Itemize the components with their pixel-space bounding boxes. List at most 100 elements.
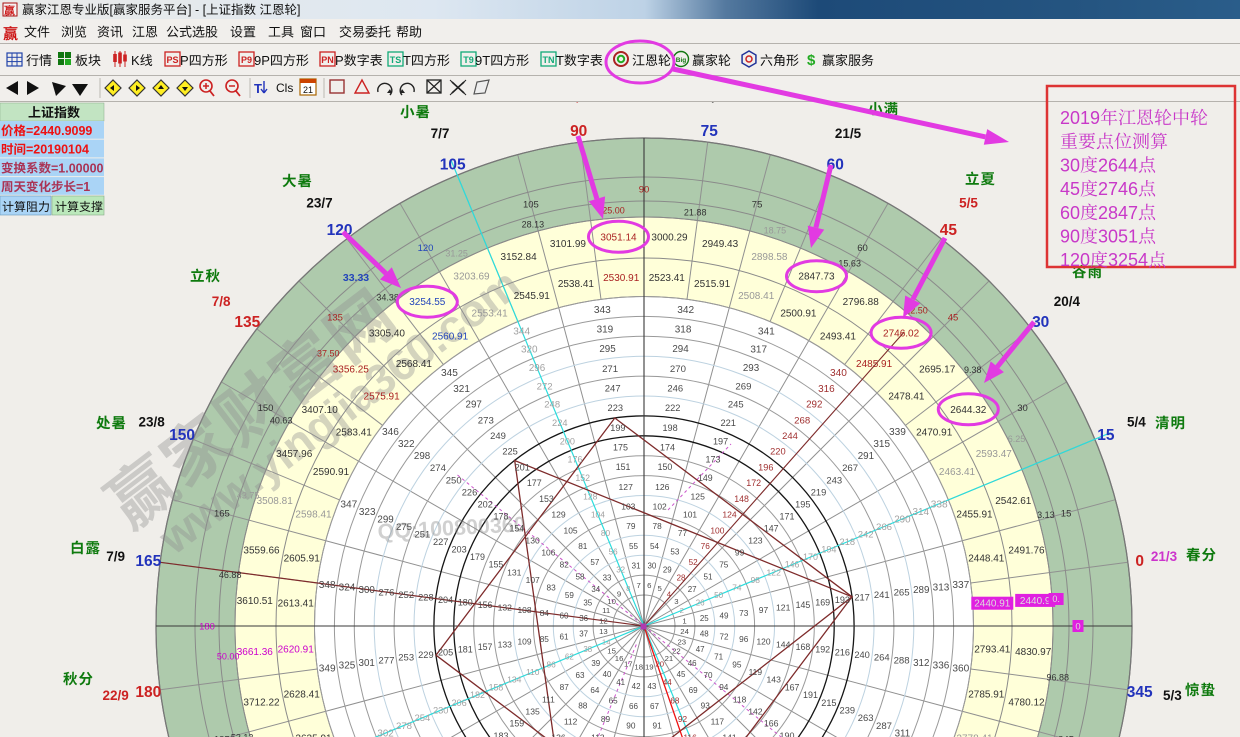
svg-text:146: 146 [785, 560, 800, 570]
svg-text:9: 9 [617, 589, 621, 598]
svg-text:341: 341 [758, 326, 775, 337]
svg-text:158: 158 [489, 682, 504, 692]
svg-text:107: 107 [526, 575, 540, 585]
svg-text:65: 65 [609, 696, 619, 705]
svg-text:58: 58 [575, 573, 585, 582]
svg-text:30: 30 [1060, 155, 1080, 175]
svg-text:288: 288 [894, 655, 910, 666]
svg-text:88: 88 [578, 702, 588, 711]
svg-text:159: 159 [509, 719, 524, 729]
svg-text:182: 182 [470, 690, 485, 700]
svg-text:TS: TS [390, 55, 402, 65]
svg-text:5: 5 [658, 584, 662, 593]
svg-text:49: 49 [719, 611, 729, 620]
svg-text:171: 171 [780, 511, 795, 521]
svg-text:21/3: 21/3 [1151, 549, 1178, 564]
svg-text:217: 217 [854, 593, 870, 603]
svg-text:250: 250 [446, 475, 462, 486]
svg-text:15: 15 [1061, 508, 1072, 519]
svg-text:117: 117 [711, 717, 725, 727]
svg-text:120: 120 [756, 637, 770, 647]
svg-text:99: 99 [735, 548, 745, 558]
svg-text:312: 312 [913, 658, 929, 669]
svg-text:41: 41 [616, 678, 625, 687]
svg-text:2590.91: 2590.91 [313, 467, 350, 478]
svg-text:53: 53 [670, 547, 680, 556]
svg-text:314: 314 [912, 507, 929, 518]
svg-text:60: 60 [559, 611, 569, 620]
svg-text:85: 85 [540, 635, 550, 644]
svg-text:173: 173 [706, 455, 721, 465]
svg-text:252: 252 [398, 590, 414, 601]
svg-text:70: 70 [703, 671, 713, 680]
svg-text:23/8: 23/8 [138, 415, 165, 430]
svg-text:93: 93 [701, 702, 711, 711]
svg-text:343: 343 [594, 305, 611, 316]
svg-text:2560.91: 2560.91 [432, 331, 469, 342]
svg-text:43: 43 [647, 682, 656, 691]
svg-text:287: 287 [876, 721, 892, 732]
svg-text:5/5: 5/5 [959, 196, 978, 211]
svg-text:23/7: 23/7 [306, 196, 332, 211]
svg-text:124: 124 [722, 510, 737, 520]
svg-text:7/8: 7/8 [212, 294, 231, 309]
svg-text:2575.91: 2575.91 [364, 391, 401, 402]
svg-text:106: 106 [541, 548, 555, 558]
svg-text:264: 264 [874, 653, 890, 664]
svg-text:319: 319 [597, 325, 614, 336]
svg-text:6.25: 6.25 [1008, 434, 1026, 444]
svg-text:245: 245 [728, 400, 744, 411]
svg-text:338: 338 [931, 499, 948, 510]
svg-text:3051: 3051 [1098, 227, 1138, 247]
svg-text:346: 346 [382, 427, 399, 438]
svg-text:37: 37 [579, 630, 588, 639]
svg-text:24: 24 [680, 627, 689, 636]
svg-text:T9: T9 [463, 55, 474, 65]
svg-text:268: 268 [794, 415, 810, 426]
svg-text:104: 104 [591, 510, 605, 520]
svg-text:91: 91 [652, 722, 662, 731]
svg-text:44: 44 [663, 678, 672, 687]
svg-text:265: 265 [894, 588, 910, 599]
svg-text:298: 298 [414, 451, 431, 462]
svg-text:45: 45 [940, 222, 958, 239]
svg-text:96.88: 96.88 [1047, 672, 1070, 682]
svg-text:226: 226 [462, 487, 478, 497]
svg-text:108: 108 [517, 605, 531, 615]
svg-text:31.25: 31.25 [445, 249, 468, 259]
svg-text:78: 78 [652, 522, 662, 531]
svg-text:3051.14: 3051.14 [600, 232, 637, 243]
svg-text:148: 148 [734, 494, 749, 504]
svg-text:2568.41: 2568.41 [396, 359, 433, 370]
svg-text:3.13: 3.13 [1037, 510, 1055, 520]
svg-text:34: 34 [591, 585, 600, 594]
svg-text:3610.51: 3610.51 [237, 596, 274, 607]
svg-text:3203.69: 3203.69 [453, 272, 490, 283]
svg-text:196: 196 [758, 462, 773, 472]
svg-text:87: 87 [560, 683, 570, 692]
svg-text:3: 3 [674, 597, 678, 606]
svg-text:320: 320 [521, 345, 538, 356]
svg-text:121: 121 [776, 603, 791, 613]
svg-text:191: 191 [803, 690, 818, 700]
svg-text:Cls: Cls [276, 81, 293, 95]
svg-text:83: 83 [546, 583, 556, 592]
svg-text:150: 150 [169, 427, 195, 444]
svg-text:240: 240 [854, 650, 870, 660]
svg-text:35: 35 [583, 599, 592, 608]
svg-text:247: 247 [605, 384, 621, 395]
svg-text:P: P [335, 53, 344, 68]
svg-text:74: 74 [732, 583, 742, 592]
svg-text:56: 56 [609, 547, 619, 556]
svg-text:22/9: 22/9 [102, 688, 128, 703]
svg-text:315: 315 [873, 439, 890, 450]
svg-text:180: 180 [199, 621, 215, 632]
svg-text:2949.43: 2949.43 [702, 239, 739, 250]
svg-text:0: 0 [1135, 553, 1144, 570]
svg-text:165: 165 [214, 508, 230, 519]
svg-text:292: 292 [806, 400, 822, 411]
svg-text:18: 18 [634, 662, 643, 671]
svg-text:192: 192 [815, 645, 830, 655]
svg-text:90: 90 [626, 722, 636, 731]
svg-text:154: 154 [509, 524, 524, 534]
